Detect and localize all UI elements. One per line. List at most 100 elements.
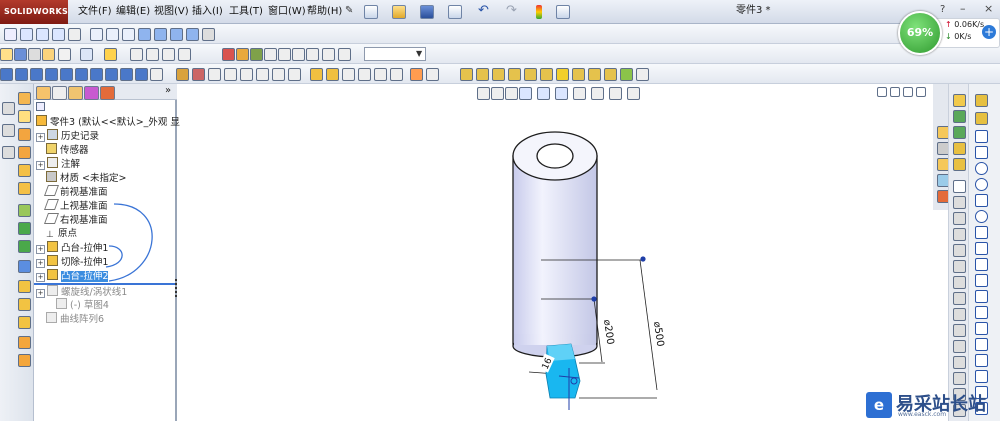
sketch-icon[interactable] bbox=[176, 68, 189, 81]
redo-icon[interactable]: ↷ bbox=[506, 3, 517, 18]
select-icon[interactable] bbox=[58, 48, 71, 61]
cmd-icon-4[interactable] bbox=[18, 146, 31, 159]
save-icon[interactable] bbox=[420, 5, 434, 19]
tool-icon-9[interactable] bbox=[953, 228, 966, 241]
relations-icon[interactable] bbox=[310, 68, 323, 81]
chamfer-icon[interactable] bbox=[105, 68, 118, 81]
show-icon[interactable] bbox=[338, 48, 351, 61]
decal-icon[interactable] bbox=[250, 48, 263, 61]
offset-tool-icon[interactable] bbox=[975, 354, 988, 367]
extend-tool-icon[interactable] bbox=[975, 338, 988, 351]
extend-icon[interactable] bbox=[390, 68, 403, 81]
offset-icon[interactable] bbox=[358, 68, 371, 81]
tool-icon-8[interactable] bbox=[953, 212, 966, 225]
save-all-icon[interactable] bbox=[14, 48, 27, 61]
select-icon[interactable] bbox=[4, 28, 17, 41]
plane-icon[interactable] bbox=[572, 68, 585, 81]
dim-diameter-200[interactable]: ⌀200 bbox=[601, 319, 615, 345]
zoom-fit-icon[interactable] bbox=[20, 28, 33, 41]
centerline-icon[interactable] bbox=[288, 68, 301, 81]
cmd-icon-3[interactable] bbox=[18, 128, 31, 141]
render-icon[interactable] bbox=[292, 48, 305, 61]
cmd-icon-15[interactable] bbox=[18, 354, 31, 367]
network-percent-bubble[interactable]: 69% bbox=[898, 11, 942, 55]
arc-icon[interactable] bbox=[240, 68, 253, 81]
repair-icon[interactable] bbox=[326, 68, 339, 81]
plane-tool-icon[interactable] bbox=[975, 306, 988, 319]
tool-icon-7[interactable] bbox=[953, 196, 966, 209]
arc-tool-icon[interactable] bbox=[975, 178, 988, 191]
tick-icon[interactable] bbox=[620, 68, 633, 81]
grid-icon[interactable] bbox=[146, 48, 159, 61]
point-icon[interactable] bbox=[272, 68, 285, 81]
view-top-icon[interactable] bbox=[138, 28, 151, 41]
tool-icon-1[interactable] bbox=[953, 94, 966, 107]
menu-window[interactable]: 窗口(W) bbox=[268, 0, 306, 24]
point-tool-icon[interactable] bbox=[975, 274, 988, 287]
move-icon[interactable] bbox=[426, 68, 439, 81]
options-icon[interactable] bbox=[556, 5, 570, 19]
view-front-icon[interactable] bbox=[90, 28, 103, 41]
add-icon[interactable]: + bbox=[982, 25, 996, 39]
curves-icon[interactable] bbox=[476, 68, 489, 81]
print-icon[interactable] bbox=[448, 5, 462, 19]
sweep-icon[interactable] bbox=[30, 68, 43, 81]
trim-icon[interactable] bbox=[374, 68, 387, 81]
revolve-icon[interactable] bbox=[15, 68, 28, 81]
light-icon[interactable] bbox=[278, 48, 291, 61]
loft-icon[interactable] bbox=[45, 68, 58, 81]
cmd-icon-14[interactable] bbox=[18, 336, 31, 349]
menu-tools[interactable]: 工具(T) bbox=[229, 0, 263, 24]
spline-tool-icon[interactable] bbox=[975, 226, 988, 239]
tool-icon-11[interactable] bbox=[953, 260, 966, 273]
polygon-tool-icon[interactable] bbox=[975, 242, 988, 255]
cmd-icon-13[interactable] bbox=[18, 316, 31, 329]
spline-icon[interactable] bbox=[256, 68, 269, 81]
cmd-icon-17[interactable] bbox=[2, 124, 15, 137]
menu-help[interactable]: 帮助(H) bbox=[307, 0, 342, 24]
composite-curve-icon[interactable] bbox=[540, 68, 553, 81]
cut-revolve-icon[interactable] bbox=[75, 68, 88, 81]
undo-icon[interactable]: ↶ bbox=[478, 3, 489, 18]
tool-icon-17[interactable] bbox=[953, 356, 966, 369]
cmd-icon-5[interactable] bbox=[18, 164, 31, 177]
split-line-icon[interactable] bbox=[556, 68, 569, 81]
mirror-icon[interactable] bbox=[342, 68, 355, 81]
coordinate-icon[interactable] bbox=[604, 68, 617, 81]
cmd-icon-7[interactable] bbox=[18, 204, 31, 217]
cmd-icon-10[interactable] bbox=[18, 260, 31, 273]
appearance-icon[interactable] bbox=[222, 48, 235, 61]
zoom-in-icon[interactable] bbox=[52, 28, 65, 41]
snap-icon[interactable] bbox=[130, 48, 143, 61]
open-file-icon[interactable] bbox=[392, 5, 406, 19]
new-file-icon[interactable] bbox=[364, 5, 378, 19]
cmd-icon-2[interactable] bbox=[18, 110, 31, 123]
tool-icon-5[interactable] bbox=[953, 158, 966, 171]
dim-diameter-500[interactable]: ⌀500 bbox=[651, 321, 665, 347]
tool-icon-3[interactable] bbox=[953, 126, 966, 139]
convert-icon[interactable] bbox=[410, 68, 423, 81]
more-icon[interactable] bbox=[636, 68, 649, 81]
cmd-icon-9[interactable] bbox=[18, 240, 31, 253]
sketch-tool-2[interactable] bbox=[975, 112, 988, 125]
tool-icon-14[interactable] bbox=[953, 308, 966, 321]
line-icon[interactable] bbox=[208, 68, 221, 81]
view-wire-icon[interactable] bbox=[186, 28, 199, 41]
rebuild-icon[interactable] bbox=[536, 5, 542, 19]
cmd-icon-6[interactable] bbox=[18, 182, 31, 195]
tool-icon-16[interactable] bbox=[953, 340, 966, 353]
zoom-area-icon[interactable] bbox=[36, 28, 49, 41]
tool-icon-15[interactable] bbox=[953, 324, 966, 337]
scene-icon[interactable] bbox=[236, 48, 249, 61]
rotate-icon[interactable] bbox=[68, 28, 81, 41]
rectangle-tool-icon[interactable] bbox=[975, 146, 988, 159]
tool-icon-6[interactable] bbox=[953, 180, 966, 193]
new-icon[interactable] bbox=[0, 48, 13, 61]
section-view-icon[interactable] bbox=[202, 28, 215, 41]
view-back-icon[interactable] bbox=[106, 28, 119, 41]
cut-extrude-icon[interactable] bbox=[60, 68, 73, 81]
tool-icon-2[interactable] bbox=[953, 110, 966, 123]
cmd-icon-18[interactable] bbox=[2, 146, 15, 159]
display-icon[interactable] bbox=[306, 48, 319, 61]
ellipse-tool-icon[interactable] bbox=[975, 210, 988, 223]
